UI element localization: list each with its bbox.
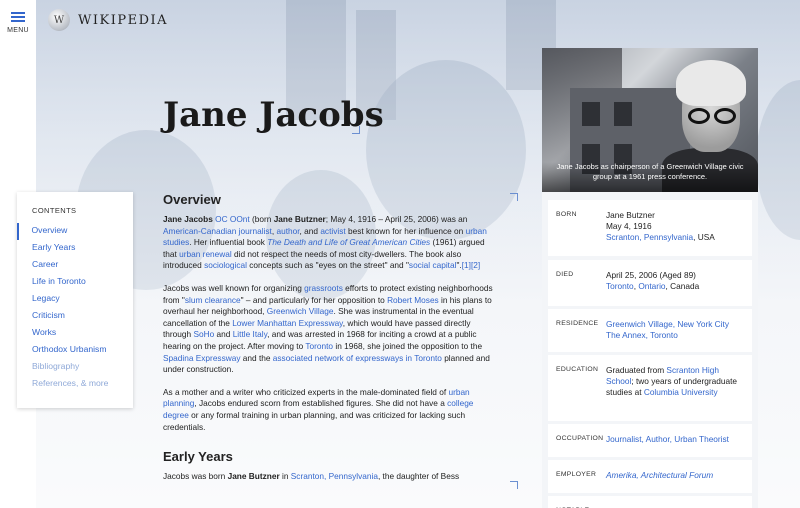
inline-link[interactable]: social capital <box>409 260 457 270</box>
inline-link[interactable]: The Death and Life of Great American Cit… <box>267 237 430 247</box>
infobox-label: BORN <box>556 211 577 218</box>
inline-link[interactable]: Lower Manhattan Expressway <box>232 318 343 328</box>
inline-link[interactable]: Greenwich Village <box>267 306 334 316</box>
paragraph: Jane Jacobs OC OOnt (born Jane Butzner; … <box>163 214 487 271</box>
page-title: Jane Jacobs <box>163 95 384 135</box>
section-heading-overview: Overview <box>163 192 221 207</box>
infobox-row-born: BORN Jane Butzner May 4, 1916 Scranton, Pen… <box>548 200 752 256</box>
inline-link[interactable]: American-Canadian journalist <box>163 226 272 236</box>
inline-link[interactable]: author <box>276 226 299 236</box>
toc-item-life-in-toronto[interactable]: Life in Toronto <box>17 274 133 291</box>
toc-item-bibliography[interactable]: Bibliography <box>17 359 133 376</box>
infobox: Jane Jacobs as chairperson of a Greenwic… <box>542 48 758 508</box>
inline-link[interactable]: Scranton High School <box>606 365 719 386</box>
inline-link[interactable]: activist <box>320 226 345 236</box>
infobox-value: Journalist, Author, Urban Theorist <box>606 434 729 457</box>
inline-link[interactable]: Scranton, Pennsylvania <box>291 471 378 481</box>
infobox-value: Greenwich Village, New York City The Anne… <box>606 319 729 352</box>
wikipedia-logo[interactable]: W WIKIPEDIA <box>48 9 168 31</box>
wikipedia-globe-icon: W <box>48 9 70 31</box>
infobox-row-education: EDUCATION Graduated from Scranton High Sc… <box>548 355 752 421</box>
infobox-label: EDUCATION <box>556 366 599 373</box>
toc-item-orthodox-urbanism[interactable]: Orthodox Urbanism <box>17 342 133 359</box>
infobox-row-notable: NOTABLEThe Death and Life of Great <box>548 496 752 508</box>
inline-link[interactable]: Ontario <box>638 281 665 291</box>
inline-link[interactable]: SoHo <box>193 329 214 339</box>
infobox-row-died: DIED April 25, 2006 (Aged 89) Toronto, Ont… <box>548 260 752 306</box>
inline-link[interactable]: Spadina Expressway <box>163 353 240 363</box>
infobox-label: EMPLOYER <box>556 471 597 478</box>
inline-link[interactable]: [1] <box>462 260 471 270</box>
wordmark: WIKIPEDIA <box>78 12 169 28</box>
paragraph: As a mother and a writer who criticized … <box>163 386 474 432</box>
toc-item-works[interactable]: Works <box>17 325 133 342</box>
inline-link[interactable]: sociological <box>204 260 247 270</box>
paragraph: Jacobs was born Jane Butzner in Scranton… <box>163 471 460 482</box>
photo-caption: Jane Jacobs as chairperson of a Greenwic… <box>542 162 758 192</box>
inline-link[interactable]: Toronto <box>305 341 333 351</box>
infobox-value: Jane Butzner May 4, 1916 Scranton, Pennsyl… <box>606 210 715 243</box>
toc-item-overview[interactable]: Overview <box>17 223 133 240</box>
section-corner-decoration <box>510 481 518 489</box>
infobox-row-employer: EMPLOYER Amerika, Architectural Forum <box>548 460 752 493</box>
inline-link[interactable]: Scranton, Pennsylvania <box>606 232 693 242</box>
infobox-value: Graduated from Scranton High School; two… <box>606 365 737 398</box>
hamburger-icon[interactable] <box>11 12 25 22</box>
inline-link[interactable]: urban planning <box>163 387 470 409</box>
infobox-label: DIED <box>556 271 574 278</box>
infobox-row-occupation: OCCUPATION Journalist, Author, Urban Theo… <box>548 424 752 457</box>
toc-list: Overview Early Years Career Life in Toronto… <box>17 223 133 393</box>
inline-link[interactable]: [2] <box>471 260 480 270</box>
table-of-contents: CONTENTS Overview Early Years Career Life i… <box>17 192 133 408</box>
inline-link[interactable]: Columbia University <box>644 387 718 397</box>
inline-link[interactable]: Amerika, Architectural Forum <box>606 470 713 480</box>
article-body: Overview Jane Jacobs OC OOnt (born Jane … <box>163 192 500 494</box>
toc-item-references-more[interactable]: References, & more <box>17 376 133 393</box>
infobox-row-residence: RESIDENCE Greenwich Village, New York Cit… <box>548 309 752 352</box>
inline-link[interactable]: Little Italy <box>233 329 267 339</box>
infobox-label: OCCUPATION <box>556 435 604 442</box>
inline-link[interactable]: Toronto <box>606 281 634 291</box>
paragraph: Jacobs was well known for organizing gra… <box>163 282 493 375</box>
inline-link[interactable]: The Annex, Toronto <box>606 330 678 340</box>
menu-label[interactable]: MENU <box>7 27 29 34</box>
toc-item-criticism[interactable]: Criticism <box>17 308 133 325</box>
infobox-value: Amerika, Architectural Forum <box>606 470 713 493</box>
toc-item-career[interactable]: Career <box>17 257 133 274</box>
inline-link[interactable]: grassroots <box>304 283 343 293</box>
portrait-photo[interactable]: Jane Jacobs as chairperson of a Greenwic… <box>542 48 758 192</box>
title-corner-decoration <box>352 126 360 134</box>
toc-item-early-years[interactable]: Early Years <box>17 240 133 257</box>
toc-item-legacy[interactable]: Legacy <box>17 291 133 308</box>
infobox-label: RESIDENCE <box>556 320 599 327</box>
inline-link[interactable]: OC OOnt <box>215 214 250 224</box>
toc-heading: CONTENTS <box>32 206 77 215</box>
inline-link[interactable]: urban renewal <box>179 249 232 259</box>
inline-link[interactable]: Journalist, Author, Urban Theorist <box>606 434 729 444</box>
infobox-value: April 25, 2006 (Aged 89) Toronto, Ontario… <box>606 270 700 292</box>
inline-link[interactable]: associated network of expressways in Tor… <box>273 353 442 363</box>
section-heading-early-years: Early Years <box>163 449 233 465</box>
inline-link[interactable]: Greenwich Village, New York City <box>606 319 729 329</box>
inline-link[interactable]: Robert Moses <box>387 295 439 305</box>
inline-link[interactable]: college degree <box>163 398 473 420</box>
inline-link[interactable]: slum clearance <box>185 295 241 305</box>
section-corner-decoration <box>510 193 518 201</box>
